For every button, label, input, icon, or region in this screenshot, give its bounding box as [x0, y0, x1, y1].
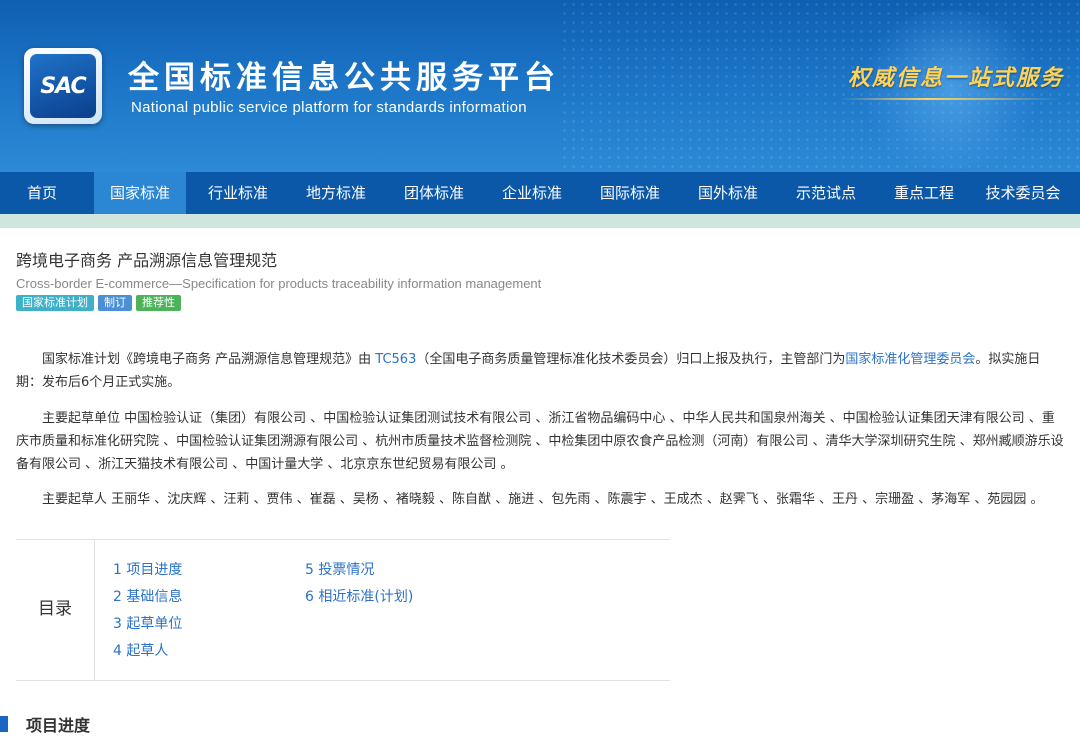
nav-item-key-projects[interactable]: 重点工程 — [878, 172, 970, 214]
site-slogan: 权威信息一站式服务 — [848, 65, 1065, 91]
main-nav: 首页 国家标准 行业标准 地方标准 团体标准 企业标准 国际标准 国外标准 示范… — [0, 172, 1080, 214]
tag-nature: 推荐性 — [136, 295, 181, 311]
site-title-en: National public service platform for sta… — [131, 99, 527, 116]
nav-item-industry[interactable]: 行业标准 — [192, 172, 284, 214]
nav-underline-strip — [0, 214, 1080, 228]
section-header: 项目进度 — [0, 712, 90, 736]
toc-item-drafters[interactable]: 4 起草人 — [113, 640, 168, 660]
nav-item-international[interactable]: 国际标准 — [584, 172, 676, 214]
tag-list: 国家标准计划 制订 推荐性 — [16, 295, 1064, 311]
section-marker — [0, 716, 8, 732]
page-title: 跨境电子商务 产品溯源信息管理规范 — [16, 251, 278, 270]
site-banner: SAC 全国标准信息公共服务平台 National public service… — [0, 0, 1080, 172]
tag-type: 制订 — [98, 295, 132, 311]
tc-link[interactable]: TC563 — [375, 352, 416, 367]
tag-plan: 国家标准计划 — [16, 295, 94, 311]
toc-item-similar-standards[interactable]: 6 相近标准(计划) — [305, 586, 413, 606]
drafters-paragraph: 主要起草人 王丽华 、沈庆辉 、汪莉 、贾伟 、崔磊 、吴杨 、褚晓毅 、陈自猷… — [42, 492, 1044, 507]
summary-paragraph: 国家标准计划《跨境电子商务 产品溯源信息管理规范》由 TC563（全国电子商务质… — [16, 348, 1064, 394]
drafting-units-paragraph: 主要起草单位 中国检验认证（集团）有限公司 、中国检验认证集团测试技术有限公司 … — [16, 411, 1064, 472]
toc-item-progress[interactable]: 1 项目进度 — [113, 559, 182, 579]
nav-item-group[interactable]: 团体标准 — [388, 172, 480, 214]
nav-item-national[interactable]: 国家标准 — [94, 172, 186, 214]
sac-logo[interactable]: SAC — [24, 48, 102, 124]
page-title-en: Cross-border E-commerce—Specification fo… — [16, 276, 542, 291]
nav-item-pilot[interactable]: 示范试点 — [780, 172, 872, 214]
toc-links: 1 项目进度 2 基础信息 3 起草单位 4 起草人 5 投票情况 6 相近标准… — [95, 540, 670, 680]
toc-item-voting[interactable]: 5 投票情况 — [305, 559, 374, 579]
logo-text: SAC — [40, 73, 86, 99]
table-of-contents: 目录 1 项目进度 2 基础信息 3 起草单位 4 起草人 5 投票情况 6 相… — [16, 539, 670, 681]
sac-logo-mark: SAC — [30, 54, 96, 118]
slogan-underline — [840, 98, 1060, 100]
toc-item-drafting-units[interactable]: 3 起草单位 — [113, 613, 182, 633]
nav-item-committee[interactable]: 技术委员会 — [976, 172, 1070, 214]
nav-item-home[interactable]: 首页 — [0, 172, 84, 214]
nav-item-enterprise[interactable]: 企业标准 — [486, 172, 578, 214]
summary-prefix: 国家标准计划《跨境电子商务 产品溯源信息管理规范》由 — [42, 352, 376, 367]
dept-link[interactable]: 国家标准化管理委员会 — [845, 352, 975, 367]
main-content: 跨境电子商务 产品溯源信息管理规范 Cross-border E-commerc… — [0, 247, 1080, 511]
summary-middle: （全国电子商务质量管理标准化技术委员会）归口上报及执行，主管部门为 — [416, 352, 846, 367]
section-title-progress: 项目进度 — [26, 716, 91, 735]
toc-item-basic-info[interactable]: 2 基础信息 — [113, 586, 182, 606]
site-title: 全国标准信息公共服务平台 — [128, 60, 560, 96]
toc-label: 目录 — [16, 540, 95, 680]
nav-item-foreign[interactable]: 国外标准 — [682, 172, 774, 214]
nav-item-local[interactable]: 地方标准 — [290, 172, 382, 214]
